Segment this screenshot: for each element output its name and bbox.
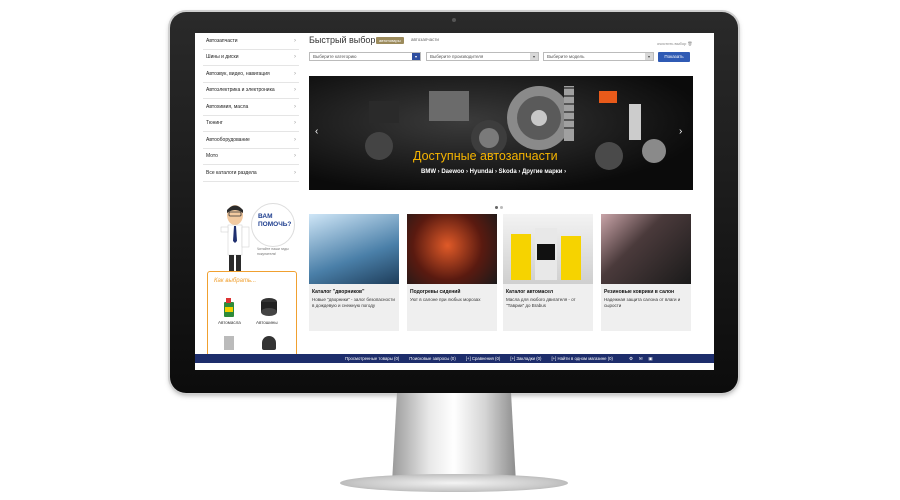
sidebar-item-label: Автохимия, масла xyxy=(206,103,249,110)
sidebar-item-autoparts[interactable]: Автозапчасти › xyxy=(203,33,299,50)
monitor-stand-neck xyxy=(392,393,516,483)
chevron-right-icon: › xyxy=(294,37,296,44)
guide-item-image xyxy=(224,336,234,350)
sidebar-item-tires[interactable]: Шины и диски › xyxy=(203,50,299,66)
card-title: Каталог автомасел xyxy=(506,289,554,295)
sidebar-item-label: Автозапчасти xyxy=(206,37,238,44)
carousel-dot[interactable] xyxy=(495,206,498,209)
guide-link-oils[interactable]: Автомасла xyxy=(218,320,241,325)
card-description: Надежная защита салона от влаги и сырост… xyxy=(604,297,681,308)
compare-link[interactable]: [+] Сравнения (0) xyxy=(466,356,501,361)
sidebar-item-label: Автоэлектрика и электроника xyxy=(206,87,275,94)
bookmarks-link[interactable]: [+] Закладки (0) xyxy=(510,356,541,361)
oil-bottles-image xyxy=(503,214,593,284)
buying-guide-box: Как выбрать... Автомасла Автошины xyxy=(207,271,297,359)
sidebar-item-moto[interactable]: Мото › xyxy=(203,149,299,165)
category-select[interactable]: Выберите категорию ▾ xyxy=(309,52,421,61)
promo-card-seat-heaters[interactable]: Подогревы сидений Уют в салоне при любых… xyxy=(407,214,497,331)
sidebar-item-label: Все каталоги раздела xyxy=(206,169,257,176)
wiper-image xyxy=(309,214,399,284)
rubber-mats-image xyxy=(601,214,691,284)
chevron-right-icon: › xyxy=(294,169,296,176)
search-queries-link[interactable]: Поисковые запросы (0) xyxy=(409,356,455,361)
sidebar-item-label: Автозвук, видео, навигация xyxy=(206,70,270,77)
promo-banner[interactable]: ‹ › Доступные автозапчасти BMW › Daewoo … xyxy=(309,76,693,190)
chevron-right-icon: › xyxy=(294,103,296,110)
bottom-toolbar: Просмотренные товары (0) Поисковые запро… xyxy=(195,354,714,363)
mail-icon[interactable]: ✉ xyxy=(639,356,643,362)
sidebar-item-label: Мото xyxy=(206,153,218,160)
chevron-right-icon: › xyxy=(294,120,296,127)
carousel-prev-icon[interactable]: ‹ xyxy=(315,126,318,137)
card-description: Новые "дворники" - залог безопасности в … xyxy=(312,297,395,308)
quick-select-title: Быстрый выбор xyxy=(309,35,376,45)
show-button[interactable]: Показать xyxy=(658,52,690,62)
sidebar-item-audio[interactable]: Автозвук, видео, навигация › xyxy=(203,66,299,83)
model-select[interactable]: Выберите модель ▾ xyxy=(543,52,654,61)
sidebar-item-tuning[interactable]: Тюнинг › xyxy=(203,116,299,132)
chevron-right-icon: › xyxy=(294,153,296,160)
screen: Автозапчасти › Шины и диски › Автозвук, ви… xyxy=(195,33,714,370)
help-widget: ВАМ ПОМОЧЬ? Читайте наши гиды покупателя!… xyxy=(203,201,299,359)
sidebar-item-all-catalogs[interactable]: Все каталоги раздела › xyxy=(203,165,299,182)
webcam-dot xyxy=(452,18,456,22)
gear-icon[interactable]: ⚙ xyxy=(629,356,633,362)
promo-card-oils[interactable]: Каталог автомасел Масла для любого двига… xyxy=(503,214,593,331)
manufacturer-select[interactable]: Выберите производителя ▾ xyxy=(426,52,539,61)
helper-note: Читайте наши гиды покупателя! xyxy=(257,247,289,256)
oil-bottles-icon xyxy=(511,228,581,280)
card-title: Подогревы сидений xyxy=(410,289,461,295)
monitor-stand-base xyxy=(340,474,568,492)
sidebar-item-chemicals[interactable]: Автохимия, масла › xyxy=(203,99,299,116)
category-select-value: Выберите категорию xyxy=(313,54,357,59)
viewed-products-link[interactable]: Просмотренные товары (0) xyxy=(345,356,399,361)
monitor-frame: Автозапчасти › Шины и диски › Автозвук, ви… xyxy=(170,12,738,393)
tab-autoparts[interactable]: автозапчасти xyxy=(411,37,439,42)
sidebar-item-label: Шины и диски xyxy=(206,54,239,61)
category-sidebar: Автозапчасти › Шины и диски › Автозвук, ви… xyxy=(203,33,299,182)
chevron-right-icon: › xyxy=(294,54,296,61)
guide-item-image xyxy=(262,336,276,350)
chevron-right-icon: › xyxy=(294,70,296,77)
banner-brand-links[interactable]: BMW › Daewoo › Hyundai › Skoda › Другие … xyxy=(421,169,566,175)
chevron-right-icon: › xyxy=(294,136,296,143)
card-title: Каталог "дворников" xyxy=(312,289,365,295)
trash-icon: 🗑 xyxy=(687,41,693,46)
banner-title: Доступные автозапчасти xyxy=(413,149,558,163)
help-bubble[interactable]: ВАМ ПОМОЧЬ? xyxy=(251,203,295,247)
carousel-dots xyxy=(495,196,505,214)
manufacturer-select-value: Выберите производителя xyxy=(430,54,484,59)
clear-selection-link[interactable]: очистить выбор 🗑 xyxy=(657,41,693,46)
card-title: Резиновые коврики в салон xyxy=(604,289,675,295)
chevron-down-icon: ▾ xyxy=(530,53,538,60)
model-select-value: Выберите модель xyxy=(547,54,585,59)
sidebar-item-electrics[interactable]: Автоэлектрика и электроника › xyxy=(203,83,299,99)
help-bubble-line2: ПОМОЧЬ? xyxy=(258,221,292,228)
find-in-one-store-link[interactable]: [+] Найти в одном магазине (0) xyxy=(551,356,612,361)
card-description: Уют в салоне при любых морозах xyxy=(410,297,481,302)
tire-icon[interactable] xyxy=(260,296,278,318)
heated-seat-image xyxy=(407,214,497,284)
promo-card-wipers[interactable]: Каталог "дворников" Новые "дворники" - з… xyxy=(309,214,399,331)
oil-can-icon[interactable] xyxy=(222,296,236,318)
card-description: Масла для любого двигателя - от "Таврии"… xyxy=(506,297,576,308)
expand-icon[interactable]: ▣ xyxy=(648,356,652,362)
clear-selection-label: очистить выбор xyxy=(657,41,687,46)
sidebar-item-equipment[interactable]: Автооборудование › xyxy=(203,132,299,149)
chevron-down-icon: ▾ xyxy=(645,53,653,60)
buying-guide-title: Как выбрать... xyxy=(214,278,257,284)
chevron-right-icon: › xyxy=(294,87,296,94)
carousel-dot[interactable] xyxy=(500,206,503,209)
sidebar-item-label: Тюнинг xyxy=(206,120,223,127)
tab-autogoods[interactable]: автотовары xyxy=(376,37,404,44)
chevron-down-icon: ▾ xyxy=(412,53,420,60)
promo-card-mats[interactable]: Резиновые коврики в салон Надежная защит… xyxy=(601,214,691,331)
carousel-next-icon[interactable]: › xyxy=(679,126,682,137)
assistant-character-icon xyxy=(220,205,250,271)
guide-link-tires[interactable]: Автошины xyxy=(256,320,278,325)
sidebar-item-label: Автооборудование xyxy=(206,136,250,143)
help-bubble-line1: ВАМ xyxy=(258,213,273,220)
